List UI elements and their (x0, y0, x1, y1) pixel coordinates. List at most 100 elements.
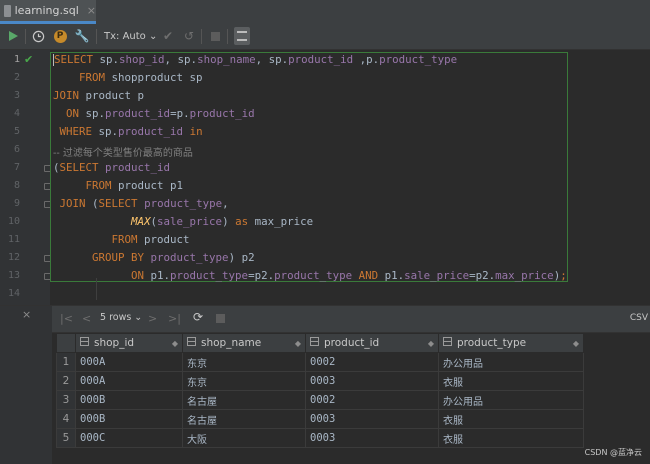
cell-product-id[interactable]: 0003 (305, 371, 439, 391)
results-table: shop_id ◆ shop_name ◆ product_id ◆ product_… (56, 333, 584, 448)
row-number: 3 (56, 390, 76, 410)
toolbar-divider (25, 29, 26, 44)
export-format-dropdown[interactable]: CSV (630, 313, 648, 323)
cell-shop-id[interactable]: 000B (75, 390, 183, 410)
stop-query-icon[interactable] (216, 314, 225, 323)
results-gutter: × (0, 306, 52, 464)
line-number: 4 (13, 108, 20, 119)
cell-product-type[interactable]: 办公用品 (438, 352, 584, 372)
column-header-shop-name[interactable]: shop_name ◆ (182, 333, 306, 353)
code-line-10: MAX(sale_price) as max_price (131, 215, 314, 228)
wrench-icon: 🔧 (74, 29, 90, 43)
code-line-12: GROUP BY product_type) p2 (92, 251, 255, 264)
sql-editor[interactable]: 1 ✔ 2 3 4 5 6 7 8 9 10 11 12 13 14 SELEC… (0, 50, 650, 305)
tab-filename: learning.sql (14, 4, 79, 17)
table-row[interactable]: 2 000A 东京 0003 衣服 (56, 371, 584, 391)
prev-page-icon[interactable]: < (82, 312, 91, 325)
query-toolbar: P 🔧 Tx: Auto ⌄ ✔ ↺ (0, 24, 650, 50)
row-number: 5 (56, 428, 76, 448)
cell-shop-id[interactable]: 000C (75, 428, 183, 448)
play-icon (9, 31, 18, 41)
check-icon: ✔ (162, 29, 174, 43)
execute-button[interactable] (5, 27, 21, 45)
row-number-header (56, 333, 76, 353)
cell-product-id[interactable]: 0003 (305, 428, 439, 448)
sort-icon[interactable]: ◆ (428, 339, 434, 348)
code-line-4: ON sp.product_id=p.product_id (66, 107, 255, 120)
close-tab-icon[interactable]: × (87, 4, 96, 17)
row-number: 2 (56, 371, 76, 391)
settings-button[interactable]: 🔧 (74, 27, 90, 45)
grid-icon (237, 31, 247, 41)
code-line-5: WHERE sp.product_id in (59, 125, 203, 138)
table-row[interactable]: 4 000B 名古屋 0003 衣服 (56, 409, 584, 429)
cell-product-id[interactable]: 0003 (305, 409, 439, 429)
cell-shop-id[interactable]: 000B (75, 409, 183, 429)
line-gutter: 1 ✔ 2 3 4 5 6 7 8 9 10 11 12 13 14 (0, 50, 51, 305)
tx-mode-dropdown[interactable]: Tx: Auto ⌄ (104, 27, 164, 45)
sort-icon[interactable]: ◆ (573, 339, 579, 348)
column-icon (187, 337, 196, 346)
rollback-button[interactable]: ↺ (181, 27, 197, 45)
line-number: 2 (13, 72, 20, 83)
commit-button[interactable]: ✔ (160, 27, 176, 45)
line-number: 6 (13, 144, 20, 155)
output-layout-button[interactable] (234, 27, 250, 45)
cell-shop-name[interactable]: 大阪 (182, 428, 306, 448)
cell-shop-id[interactable]: 000A (75, 352, 183, 372)
column-header-shop-id[interactable]: shop_id ◆ (75, 333, 183, 353)
next-page-icon[interactable]: > (148, 312, 157, 325)
column-header-product-type[interactable]: product_type ◆ (438, 333, 584, 353)
table-row[interactable]: 1 000A 东京 0002 办公用品 (56, 352, 584, 372)
line-number: 14 (7, 288, 20, 299)
cell-product-id[interactable]: 0002 (305, 390, 439, 410)
cell-product-type[interactable]: 衣服 (438, 371, 584, 391)
cell-shop-name[interactable]: 名古屋 (182, 409, 306, 429)
cell-product-id[interactable]: 0002 (305, 352, 439, 372)
sort-icon[interactable]: ◆ (172, 339, 178, 348)
cell-shop-id[interactable]: 000A (75, 371, 183, 391)
last-page-icon[interactable]: >| (168, 312, 181, 325)
line-number: 1 (13, 54, 20, 65)
refresh-icon[interactable]: ⟳ (193, 310, 203, 324)
column-icon (80, 337, 89, 346)
code-line-8: FROM product p1 (85, 179, 184, 192)
close-results-icon[interactable]: × (22, 308, 31, 321)
code-line-11: FROM product (111, 233, 190, 246)
profile-button[interactable]: P (52, 27, 68, 45)
code-line-6: -- 过滤每个类型售价最高的商品 (53, 148, 193, 159)
success-check-icon: ✔ (24, 53, 34, 66)
line-number: 10 (7, 216, 20, 227)
table-row[interactable]: 5 000C 大阪 0003 衣服 (56, 428, 584, 448)
cell-shop-name[interactable]: 东京 (182, 352, 306, 372)
clock-icon (32, 30, 44, 42)
stop-button[interactable] (208, 27, 222, 45)
toolbar-divider (227, 29, 228, 44)
editor-tab-bar: learning.sql × (0, 0, 650, 25)
cell-shop-name[interactable]: 东京 (182, 371, 306, 391)
line-number: 3 (13, 90, 20, 101)
cell-product-type[interactable]: 衣服 (438, 409, 584, 429)
tab-learning-sql[interactable]: learning.sql × (0, 0, 96, 24)
cell-shop-name[interactable]: 名古屋 (182, 390, 306, 410)
cell-product-type[interactable]: 办公用品 (438, 390, 584, 410)
cell-product-type[interactable]: 衣服 (438, 428, 584, 448)
column-header-product-id[interactable]: product_id ◆ (305, 333, 439, 353)
row-number: 1 (56, 352, 76, 372)
undo-icon: ↺ (183, 29, 195, 43)
toolbar-divider (96, 29, 97, 44)
rows-count-dropdown[interactable]: 5 rows ⌄ (100, 312, 142, 323)
line-number: 11 (7, 234, 20, 245)
indent-guide (96, 278, 97, 300)
line-number: 7 (13, 162, 20, 173)
watermark: CSDN @蓝净云 (584, 448, 642, 457)
code-line-7: (SELECT product_id (53, 161, 171, 174)
history-button[interactable] (30, 27, 46, 45)
table-row[interactable]: 3 000B 名古屋 0002 办公用品 (56, 390, 584, 410)
column-icon (310, 337, 319, 346)
first-page-icon[interactable]: |< (60, 312, 73, 325)
code-line-2: FROM shopproduct sp (79, 71, 203, 84)
sort-icon[interactable]: ◆ (295, 339, 301, 348)
line-number: 9 (13, 198, 20, 209)
code-line-13: ON p1.product_type=p2.product_type AND p… (131, 269, 567, 282)
